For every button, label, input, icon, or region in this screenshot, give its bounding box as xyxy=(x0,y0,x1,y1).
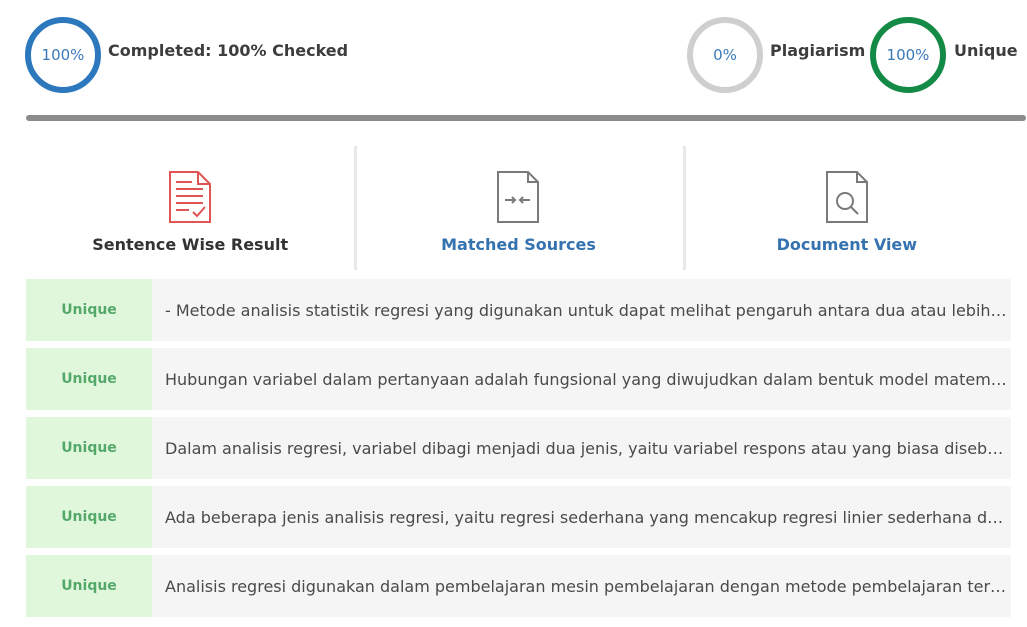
tab-sentence-wise-result[interactable]: Sentence Wise Result xyxy=(26,146,354,272)
plagiarism-label: Plagiarism xyxy=(770,41,866,60)
sentence-results-list: Unique - Metode analisis statistik regre… xyxy=(26,279,1011,624)
check-progress-fill xyxy=(26,115,1026,121)
tab-matched-sources-label: Matched Sources xyxy=(441,235,596,254)
sentence-text: Hubungan variabel dalam pertanyaan adala… xyxy=(165,369,1007,389)
status-badge: Unique xyxy=(26,555,152,617)
unique-percent-text: 100% xyxy=(886,46,930,64)
tab-sentence-wise-result-label: Sentence Wise Result xyxy=(92,235,289,254)
tab-document-view[interactable]: Document View xyxy=(682,146,1011,272)
status-badge: Unique xyxy=(26,279,152,341)
result-row[interactable]: Unique Analisis regresi digunakan dalam … xyxy=(26,555,1011,617)
report-check-icon xyxy=(169,171,212,223)
sentence-text: Dalam analisis regresi, variabel dibagi … xyxy=(165,438,1009,458)
unique-label: Unique xyxy=(954,41,1018,60)
result-row[interactable]: Unique - Metode analisis statistik regre… xyxy=(26,279,1011,341)
completed-label: Completed: 100% Checked xyxy=(108,41,349,60)
sentence-text: - Metode analisis statistik regresi yang… xyxy=(165,300,1007,320)
tab-matched-sources[interactable]: Matched Sources xyxy=(354,146,682,272)
unique-percent-circle: 100% xyxy=(870,17,946,93)
sentence-text: Ada beberapa jenis analisis regresi, yai… xyxy=(165,507,1004,527)
completed-percent-circle: 100% xyxy=(25,17,101,93)
result-view-tabs: Sentence Wise Result Matched Sources Doc… xyxy=(26,146,1011,272)
plagiarism-percent-text: 0% xyxy=(713,46,737,64)
completed-percent-text: 100% xyxy=(41,46,85,64)
sentence-text: Analisis regresi digunakan dalam pembela… xyxy=(165,576,1007,596)
document-search-icon xyxy=(825,171,868,223)
status-badge: Unique xyxy=(26,348,152,410)
compare-arrows-icon xyxy=(497,171,540,223)
plagiarism-percent-circle: 0% xyxy=(687,17,763,93)
status-badge: Unique xyxy=(26,417,152,479)
tab-document-view-label: Document View xyxy=(776,235,918,254)
check-progress-bar xyxy=(26,115,1026,121)
result-row[interactable]: Unique Ada beberapa jenis analisis regre… xyxy=(26,486,1011,548)
status-badge: Unique xyxy=(26,486,152,548)
result-row[interactable]: Unique Dalam analisis regresi, variabel … xyxy=(26,417,1011,479)
result-row[interactable]: Unique Hubungan variabel dalam pertanyaa… xyxy=(26,348,1011,410)
result-summary: 100% Completed: 100% Checked 0% Plagiari… xyxy=(0,0,1027,120)
